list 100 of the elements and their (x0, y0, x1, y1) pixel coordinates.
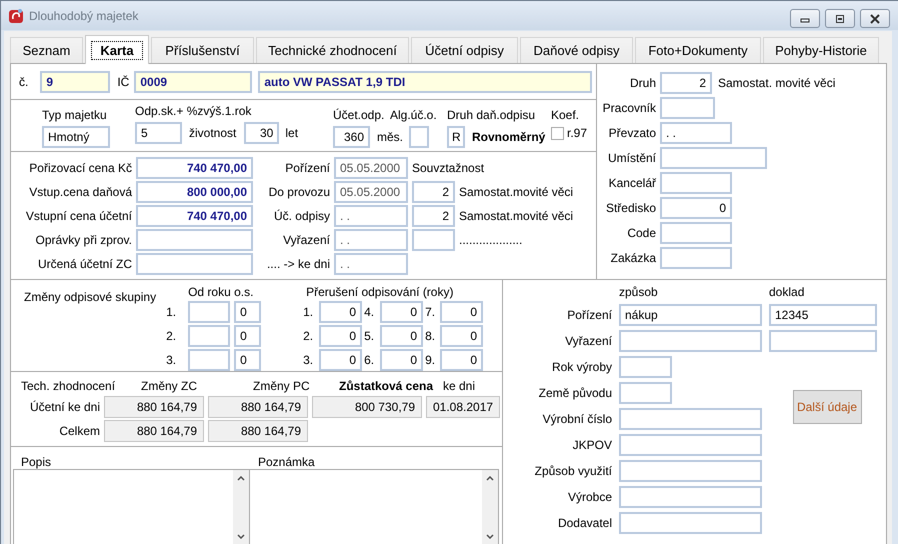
maximize-button[interactable] (825, 9, 855, 28)
chevron-up-icon (237, 476, 245, 481)
date-field[interactable]: . . (334, 229, 408, 251)
year-count-field[interactable]: 0 (440, 349, 484, 371)
name-field[interactable]: auto VW PASSAT 1,9 TDI (258, 70, 592, 92)
group-field[interactable]: 0 (234, 349, 262, 371)
chevron-down-icon (237, 534, 245, 539)
field-label: Poznámka (258, 455, 316, 469)
group-field[interactable]: 0 (234, 301, 262, 323)
tab[interactable]: Seznam (10, 37, 83, 63)
tab[interactable]: Příslušenství (151, 37, 254, 63)
year-count-field[interactable]: 0 (380, 349, 424, 371)
group-field[interactable]: 5 (135, 122, 182, 144)
text-field[interactable] (619, 434, 762, 456)
document-field[interactable] (769, 330, 877, 352)
date-field[interactable]: 01.08.2017 (426, 396, 500, 418)
year-count-field[interactable]: 0 (319, 325, 362, 347)
tab[interactable]: Technické zhodnocení (256, 37, 409, 63)
column-header: Přerušení odpisování (roky) (306, 285, 454, 299)
more-details-button[interactable]: Další údaje (792, 390, 862, 424)
close-button[interactable] (860, 9, 890, 28)
checkbox-label: r.97 (567, 126, 588, 140)
column-header: ke dni (443, 379, 476, 393)
algorithm-field[interactable] (409, 126, 429, 148)
text-field[interactable]: 2 (660, 72, 712, 94)
life-field[interactable]: 30 (244, 122, 280, 144)
field-label: Dodavatel (556, 516, 612, 530)
year-count-field[interactable]: 0 (380, 325, 424, 347)
year-count-field[interactable]: 0 (440, 325, 484, 347)
column-header: Zůstatková cena (339, 379, 434, 393)
text-field[interactable] (619, 382, 672, 404)
date-field[interactable]: . . (334, 205, 408, 227)
year-count-field[interactable]: 0 (380, 301, 424, 323)
price-field[interactable]: 740 470,00 (136, 205, 253, 227)
column-header: Účet.odp. (333, 108, 386, 122)
unit-label: let (285, 126, 298, 140)
date-field[interactable]: 05.05.2000 (334, 181, 408, 203)
field-label: Zakázka (610, 251, 656, 265)
price-field[interactable]: 800 000,00 (136, 181, 253, 203)
code-field[interactable]: 2 (412, 181, 455, 203)
chevron-up-icon (486, 476, 494, 481)
year-count-field[interactable]: 0 (319, 349, 362, 371)
date-field[interactable]: . . (334, 253, 408, 275)
text-field[interactable]: 0 (660, 197, 732, 219)
text-field[interactable] (660, 97, 715, 119)
date-field[interactable]: 05.05.2000 (334, 157, 408, 179)
document-field[interactable]: 12345 (769, 304, 877, 326)
text-field[interactable] (619, 460, 762, 482)
value-field[interactable]: 880 164,79 (104, 420, 204, 442)
value-field[interactable]: 880 164,79 (104, 396, 204, 418)
column-header: Druh daň.odpisu (447, 108, 536, 122)
tab[interactable]: Daňové odpisy (520, 37, 633, 63)
price-field[interactable] (136, 253, 253, 275)
months-field[interactable]: 360 (333, 126, 370, 148)
text-field[interactable] (660, 222, 732, 244)
text-field[interactable] (619, 486, 762, 508)
price-field[interactable]: 740 470,00 (136, 157, 253, 179)
value-field[interactable]: 800 730,79 (312, 396, 422, 418)
method-field[interactable]: nákup (619, 304, 762, 326)
tab[interactable]: Účetní odpisy (411, 37, 518, 63)
type-field[interactable]: Hmotný (42, 126, 110, 148)
year-count-field[interactable]: 0 (319, 301, 362, 323)
price-field[interactable] (136, 229, 253, 251)
field-label: Pořizovací cena Kč (28, 161, 132, 175)
field-label: Do provozu (268, 185, 330, 199)
tab[interactable]: Karta (85, 35, 149, 64)
value-field[interactable]: 880 164,79 (208, 420, 308, 442)
text-area[interactable] (250, 469, 499, 544)
tab[interactable]: Foto+Dokumenty (635, 37, 761, 63)
column-header: Změny ZC (141, 379, 198, 393)
value-field[interactable]: 880 164,79 (208, 396, 308, 418)
text-field[interactable] (660, 147, 767, 169)
minimize-button[interactable] (790, 9, 820, 28)
text-field[interactable] (619, 408, 762, 430)
chevron-down-icon (486, 534, 494, 539)
tax-code-field[interactable]: R (447, 126, 465, 148)
column-header: Souvztažnost (412, 161, 486, 175)
text-area[interactable] (13, 469, 250, 544)
unit-label: měs. (377, 130, 404, 144)
text-field[interactable]: . . (660, 122, 732, 144)
tab[interactable]: Pohyby-Historie (763, 37, 879, 63)
group-field[interactable]: 0 (234, 325, 262, 347)
field-label: Výrobce (566, 490, 612, 504)
text-field[interactable] (660, 247, 732, 269)
number-field[interactable]: 9 (40, 70, 110, 92)
text-field[interactable] (619, 356, 672, 378)
year-field[interactable] (188, 325, 230, 347)
year-field[interactable] (188, 349, 230, 371)
checkbox[interactable] (551, 126, 564, 140)
code-field[interactable]: 2 (412, 205, 455, 227)
text-field[interactable] (619, 512, 762, 534)
id-field[interactable]: 0009 (134, 70, 252, 92)
code-field[interactable] (412, 229, 455, 251)
field-label: č. (19, 74, 28, 88)
year-field[interactable] (188, 301, 230, 323)
year-count-field[interactable]: 0 (440, 301, 484, 323)
field-label: Code (626, 226, 656, 240)
text-field[interactable] (660, 172, 732, 194)
column-header: Změny PC (253, 379, 311, 393)
method-field[interactable] (619, 330, 762, 352)
